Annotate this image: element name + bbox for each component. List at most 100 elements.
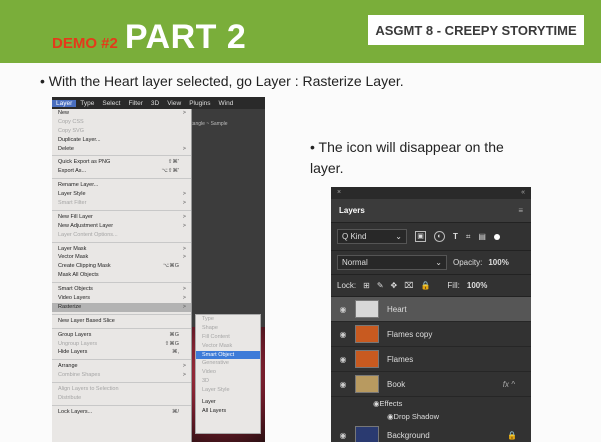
menu-item-mask-all-objects[interactable]: Mask All Objects bbox=[52, 271, 191, 280]
menubar-item-view[interactable]: View bbox=[163, 100, 185, 107]
menu-item-group-layers[interactable]: Group Layers ⌘G bbox=[52, 331, 191, 340]
menubar-item-layer[interactable]: Layer bbox=[52, 99, 77, 107]
menu-item-smart-objects[interactable]: Smart Objects > bbox=[52, 285, 191, 294]
opacity-value[interactable]: 100% bbox=[488, 258, 508, 267]
menu-item-hide-layers[interactable]: Hide Layers ⌘, bbox=[52, 348, 191, 357]
menu-item-label: Layer Style bbox=[58, 191, 86, 198]
layer-row-flames-copy[interactable]: ◉ Flames copy bbox=[331, 322, 531, 347]
menu-item-rename-layer[interactable]: Rename Layer... bbox=[52, 181, 191, 190]
layer-row-background[interactable]: ◉ Background 🔒 bbox=[331, 423, 531, 442]
pixel-filter-icon[interactable]: ▣ bbox=[415, 231, 426, 242]
bullet-text: With the Heart layer selected, go Layer … bbox=[48, 73, 404, 89]
layer-row-book[interactable]: ◉ Book fx ^ bbox=[331, 372, 531, 397]
menu-item-delete[interactable]: Delete > bbox=[52, 145, 191, 154]
menu-item-label: Layer Mask bbox=[58, 245, 87, 252]
blend-row: Normal ⌄ Opacity: 100% bbox=[331, 251, 531, 275]
menu-item-rasterize[interactable]: Rasterize > bbox=[52, 302, 191, 312]
adjustment-filter-icon[interactable]: ◐ bbox=[434, 231, 445, 242]
menu-item-vector-mask[interactable]: Vector Mask > bbox=[52, 253, 191, 262]
close-icon[interactable]: × bbox=[337, 189, 341, 196]
eye-icon[interactable]: ◉ bbox=[331, 355, 355, 364]
menu-item-label: Duplicate Layer... bbox=[58, 136, 101, 143]
menu-item-label: Create Clipping Mask bbox=[58, 263, 111, 270]
menu-item-label: Smart Objects bbox=[58, 286, 93, 293]
menu-item-lock-layers[interactable]: Lock Layers... ⌘/ bbox=[52, 408, 191, 417]
lock-pixels-icon[interactable]: ✎ bbox=[377, 281, 384, 290]
filter-kind-label: Q Kind bbox=[342, 232, 367, 241]
blend-mode-select[interactable]: Normal ⌄ bbox=[337, 255, 447, 270]
menu-item-layer-mask[interactable]: Layer Mask > bbox=[52, 245, 191, 254]
chevron-right-icon: > bbox=[182, 372, 186, 379]
effects-row[interactable]: ◉ Effects bbox=[331, 397, 531, 410]
menu-shortcut: ⌥⇧⌘' bbox=[161, 168, 180, 175]
menu-item-new-layer-based-slice[interactable]: New Layer Based Slice bbox=[52, 317, 191, 326]
lock-artboard-icon[interactable]: ⌧ bbox=[404, 281, 413, 290]
eye-icon[interactable]: ◉ bbox=[331, 380, 355, 389]
menu-shortcut: ⌥⌘G bbox=[162, 263, 179, 270]
panel-menu-icon[interactable]: ≡ bbox=[518, 199, 523, 223]
filter-toggle-icon[interactable] bbox=[493, 233, 500, 240]
layer-row-flames[interactable]: ◉ Flames bbox=[331, 347, 531, 372]
menu-item-label: Hide Layers bbox=[58, 349, 88, 356]
drop-shadow-row[interactable]: ◉ Drop Shadow bbox=[331, 410, 531, 423]
menu-separator bbox=[52, 208, 191, 211]
menu-item-label: Quick Export as PNG bbox=[58, 159, 111, 166]
submenu-item-layer[interactable]: Layer bbox=[196, 398, 260, 407]
menu-item-align-layers-to-selection: Align Layers to Selection bbox=[52, 385, 191, 394]
chevron-right-icon: > bbox=[182, 200, 186, 207]
lock-transparency-icon[interactable]: ⊞ bbox=[363, 281, 370, 290]
bullet-glyph: • bbox=[310, 139, 315, 155]
menubar-item-3d[interactable]: 3D bbox=[147, 100, 163, 107]
layer-row-heart[interactable]: ◉ Heart bbox=[331, 297, 531, 322]
filter-kind-select[interactable]: Q Kind ⌄ bbox=[337, 229, 407, 244]
menu-item-new-fill-layer[interactable]: New Fill Layer > bbox=[52, 213, 191, 222]
menu-item-new[interactable]: New > bbox=[52, 109, 191, 118]
chevron-down-icon: ⌄ bbox=[435, 258, 442, 267]
menu-item-export-as[interactable]: Export As... ⌥⇧⌘' bbox=[52, 167, 191, 176]
menu-item-smart-filter: Smart Filter > bbox=[52, 199, 191, 208]
menu-item-duplicate-layer[interactable]: Duplicate Layer... bbox=[52, 136, 191, 145]
fx-icon[interactable]: fx ^ bbox=[503, 380, 515, 389]
menu-item-create-clipping-mask[interactable]: Create Clipping Mask ⌥⌘G bbox=[52, 262, 191, 271]
menu-separator bbox=[52, 326, 191, 329]
bullet-rasterize-instruction: • With the Heart layer selected, go Laye… bbox=[40, 73, 404, 89]
chevron-right-icon: > bbox=[182, 191, 186, 198]
fill-value[interactable]: 100% bbox=[467, 281, 487, 290]
menubar-item-filter[interactable]: Filter bbox=[124, 100, 146, 107]
layers-tab[interactable]: Layers bbox=[339, 206, 365, 215]
layer-name: Book bbox=[387, 379, 406, 389]
eye-icon[interactable]: ◉ bbox=[331, 330, 355, 339]
menubar-item-plugins[interactable]: Plugins bbox=[185, 100, 214, 107]
lock-row: Lock: ⊞ ✎ ✥ ⌧ 🔒 Fill: 100% bbox=[331, 275, 531, 297]
photoshop-layer-menu-screenshot: Layer Type Select Filter 3D View Plugins Wind e… bbox=[52, 97, 265, 442]
lock-position-icon[interactable]: ✥ bbox=[391, 281, 398, 290]
menu-item-quick-export-as-png[interactable]: Quick Export as PNG ⇧⌘' bbox=[52, 158, 191, 167]
menu-item-layer-content-options: Layer Content Options... bbox=[52, 231, 191, 240]
menu-item-arrange[interactable]: Arrange > bbox=[52, 362, 191, 371]
lock-all-icon[interactable]: 🔒 bbox=[420, 281, 430, 290]
menu-separator bbox=[52, 176, 191, 180]
menubar-item-type[interactable]: Type bbox=[76, 100, 98, 107]
menu-item-copy-css: Copy CSS bbox=[52, 118, 191, 127]
menu-item-copy-svg: Copy SVG bbox=[52, 127, 191, 136]
blend-mode-label: Normal bbox=[342, 258, 368, 267]
menu-item-new-adjustment-layer[interactable]: New Adjustment Layer > bbox=[52, 222, 191, 231]
smart-object-filter-icon[interactable]: ▤ bbox=[478, 232, 486, 241]
menu-item-video-layers[interactable]: Video Layers > bbox=[52, 294, 191, 303]
menu-item-label: Arrange bbox=[58, 363, 78, 370]
type-filter-icon[interactable]: T bbox=[453, 232, 458, 241]
assignment-badge: ASGMT 8 - CREEPY STORYTIME bbox=[367, 14, 585, 46]
submenu-item-smart-object[interactable]: Smart Object bbox=[196, 350, 260, 360]
chevron-right-icon: > bbox=[182, 222, 186, 229]
submenu-item-all-layers[interactable]: All Layers bbox=[196, 407, 260, 416]
drop-shadow-label: Drop Shadow bbox=[393, 412, 439, 421]
shape-filter-icon[interactable]: ⌗ bbox=[466, 232, 471, 242]
menu-item-layer-style[interactable]: Layer Style > bbox=[52, 190, 191, 199]
eye-icon[interactable]: ◉ bbox=[331, 431, 355, 440]
menubar-item-wind[interactable]: Wind bbox=[215, 100, 238, 107]
collapse-icon[interactable]: « bbox=[521, 187, 525, 199]
part-title: PART 2 bbox=[124, 18, 247, 56]
layer-thumbnail bbox=[355, 375, 379, 393]
menubar-item-select[interactable]: Select bbox=[98, 100, 124, 107]
eye-icon[interactable]: ◉ bbox=[331, 305, 355, 314]
